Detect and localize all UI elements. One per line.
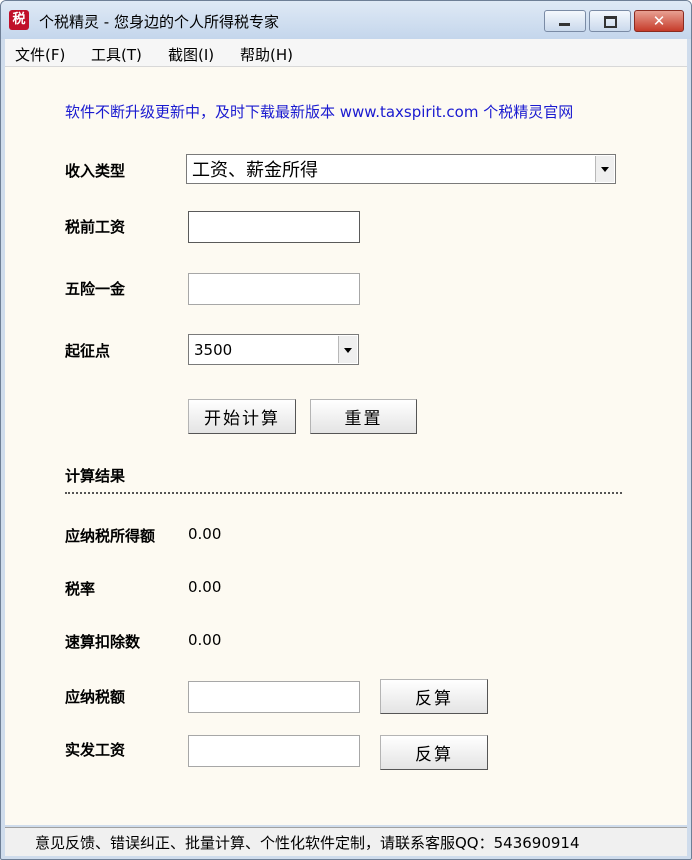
tax-rate-value: 0.00 xyxy=(188,578,222,596)
threshold-value: 3500 xyxy=(194,341,233,359)
main-panel: 软件不断升级更新中，及时下载最新版本 www.taxspirit.com 个税精… xyxy=(5,67,687,825)
results-section-title: 计算结果 xyxy=(65,467,126,485)
status-bar: 意见反馈、错误纠正、批量计算、个性化软件定制，请联系客服QQ：543690914 xyxy=(5,827,687,856)
quick-deduction-value: 0.00 xyxy=(188,631,222,649)
close-button[interactable]: ✕ xyxy=(634,10,684,32)
threshold-label: 起征点 xyxy=(65,342,111,360)
app-window: 税 个税精灵 - 您身边的个人所得税专家 ✕ 文件(F) 工具(T) 截图(I)… xyxy=(0,0,692,860)
app-logo-icon: 税 xyxy=(9,10,29,30)
net-salary-input[interactable] xyxy=(188,735,360,767)
pretax-salary-input[interactable] xyxy=(188,211,360,243)
menu-file[interactable]: 文件(F) xyxy=(15,44,65,65)
results-divider xyxy=(65,492,622,494)
reverse-tax-button[interactable]: 反算 xyxy=(380,679,488,714)
calculate-button[interactable]: 开始计算 xyxy=(188,399,296,434)
update-notice-link[interactable]: 软件不断升级更新中，及时下载最新版本 www.taxspirit.com 个税精… xyxy=(65,101,573,122)
income-type-label: 收入类型 xyxy=(65,162,126,180)
reset-button[interactable]: 重置 xyxy=(310,399,417,434)
tax-payable-label: 应纳税额 xyxy=(65,688,126,706)
menu-screenshot[interactable]: 截图(I) xyxy=(168,44,214,65)
chevron-down-icon[interactable] xyxy=(338,336,357,363)
income-type-select[interactable]: 工资、薪金所得 xyxy=(186,154,616,184)
income-type-value: 工资、薪金所得 xyxy=(192,160,318,181)
minimize-button[interactable] xyxy=(544,10,586,32)
taxable-income-value: 0.00 xyxy=(188,525,222,543)
status-text: 意见反馈、错误纠正、批量计算、个性化软件定制，请联系客服QQ：543690914 xyxy=(35,834,580,852)
chevron-down-icon[interactable] xyxy=(595,156,614,182)
taxable-income-label: 应纳税所得额 xyxy=(65,527,156,545)
insurance-label: 五险一金 xyxy=(65,280,126,298)
menu-bar: 文件(F) 工具(T) 截图(I) 帮助(H) xyxy=(5,39,687,67)
net-salary-label: 实发工资 xyxy=(65,741,126,759)
close-icon: ✕ xyxy=(652,12,666,30)
tax-rate-label: 税率 xyxy=(65,580,96,598)
threshold-select[interactable]: 3500 xyxy=(188,334,359,365)
menu-tools[interactable]: 工具(T) xyxy=(91,44,142,65)
reverse-salary-button[interactable]: 反算 xyxy=(380,735,488,770)
pretax-salary-label: 税前工资 xyxy=(65,218,126,236)
quick-deduction-label: 速算扣除数 xyxy=(65,633,141,651)
tax-payable-input[interactable] xyxy=(188,681,360,713)
title-bar[interactable]: 税 个税精灵 - 您身边的个人所得税专家 ✕ xyxy=(1,1,691,39)
menu-help[interactable]: 帮助(H) xyxy=(240,44,293,65)
maximize-button[interactable] xyxy=(589,10,631,32)
insurance-input[interactable] xyxy=(188,273,360,305)
window-title: 个税精灵 - 您身边的个人所得税专家 xyxy=(39,13,279,31)
